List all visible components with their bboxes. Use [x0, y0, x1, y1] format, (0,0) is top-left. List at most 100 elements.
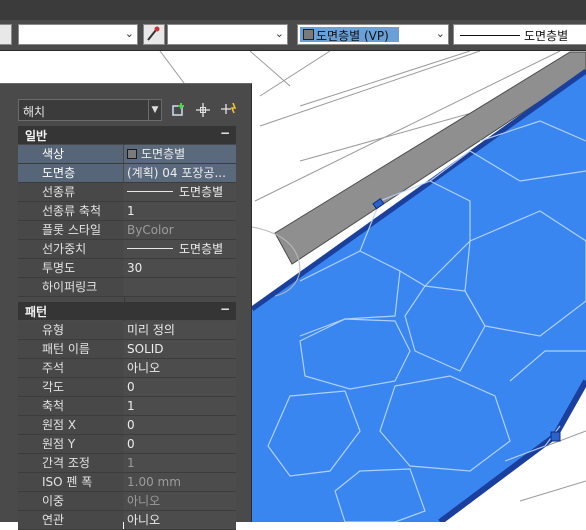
section-title: 일반 [25, 129, 48, 143]
property-value[interactable]: 1 [124, 454, 236, 472]
property-label: 선종류 축척 [18, 202, 123, 220]
hatch-fill [252, 71, 586, 522]
collapse-icon[interactable]: − [220, 302, 230, 316]
title-bar [0, 0, 586, 20]
property-value[interactable]: 도면층별 [124, 183, 236, 201]
property-value-text: 아니오 [127, 494, 161, 508]
property-value[interactable]: 아니오 [124, 511, 236, 529]
quick-select-icon[interactable] [220, 101, 238, 119]
property-value-text: 아니오 [127, 513, 161, 527]
layer-combo[interactable]: 도면층별 (VP) ⌄ [297, 24, 449, 45]
linetype-combo-value: 도면층별 [524, 29, 569, 43]
property-value[interactable]: 미리 정의 [124, 321, 236, 339]
property-value[interactable]: 30 [124, 259, 236, 277]
property-value[interactable]: 아니오 [124, 492, 236, 510]
linetype-combo[interactable]: 도면층별 [453, 24, 586, 45]
toggle-pickadd-icon[interactable] [170, 101, 188, 119]
property-value-text: 미리 정의 [127, 323, 175, 337]
property-row[interactable]: 각도 0 [18, 378, 236, 397]
property-row[interactable]: 투명도 30 [18, 259, 236, 278]
linetype-scale-combo[interactable]: ⌄ [167, 24, 288, 45]
property-label: 이중 [18, 492, 123, 510]
property-row[interactable]: 축척 1 [18, 397, 236, 416]
property-value-text: 도면층별 [141, 147, 186, 161]
property-row[interactable]: 유형 미리 정의 [18, 321, 236, 340]
property-label: 원점 X [18, 416, 123, 434]
property-row[interactable]: 패턴 이름 SOLID [18, 340, 236, 359]
property-value[interactable]: 도면층별 [124, 240, 236, 258]
property-value[interactable]: 1 [124, 397, 236, 415]
property-value-text: 0 [127, 380, 135, 394]
property-row[interactable]: 도면층 (계획) 04 포장공... [18, 164, 236, 183]
collapse-icon[interactable]: − [220, 126, 230, 140]
property-value[interactable]: SOLID [124, 340, 236, 358]
property-row[interactable]: 원점 Y 0 [18, 435, 236, 454]
property-row[interactable]: 연관 아니오 [18, 511, 236, 530]
grip-handle[interactable] [550, 431, 561, 442]
layer-states-icon[interactable] [0, 24, 12, 45]
chevron-down-icon: ▼ [148, 100, 161, 120]
property-value-text: SOLID [127, 342, 164, 356]
property-value[interactable]: (계획) 04 포장공... [124, 164, 236, 182]
property-value[interactable]: 0 [124, 416, 236, 434]
property-value[interactable]: 도면층별 [124, 145, 236, 163]
object-type-value: 해치 [23, 105, 46, 119]
property-value[interactable]: 1.00 mm [124, 473, 236, 491]
property-row[interactable]: 간격 조정 1 [18, 454, 236, 473]
property-value-text: ByColor [127, 223, 174, 237]
property-row[interactable]: 선가중치 도면층별 [18, 240, 236, 259]
section-header[interactable]: 패턴 − [18, 302, 236, 320]
property-row[interactable]: 선종류 축척 1 [18, 202, 236, 221]
property-value[interactable]: ByColor [124, 221, 236, 239]
property-value[interactable]: 아니오 [124, 359, 236, 377]
property-row[interactable]: 선종류 도면층별 [18, 183, 236, 202]
property-value-text: 1 [127, 456, 135, 470]
linetype-sample [127, 191, 173, 192]
properties-toolbar: ⌄ ⌄ 도면층별 (VP) ⌄ 도면층별 [0, 20, 586, 51]
property-row[interactable]: 색상 도면층별 [18, 145, 236, 164]
property-label: 유형 [18, 321, 123, 339]
object-type-select[interactable]: 해치 ▼ [18, 99, 162, 121]
property-label: 선종류 [18, 183, 123, 201]
property-row[interactable]: 하이퍼링크 [18, 278, 236, 297]
property-label: 각도 [18, 378, 123, 396]
section-header[interactable]: 일반 − [18, 126, 236, 144]
section-title: 패턴 [25, 305, 48, 319]
property-row[interactable]: 플롯 스타일 ByColor [18, 221, 236, 240]
property-value-text: 0 [127, 437, 135, 451]
property-value-text: 1 [127, 204, 135, 218]
property-label: ISO 펜 폭 [18, 473, 123, 491]
chevron-down-icon: ⌄ [124, 27, 134, 40]
chevron-down-icon: ⌄ [435, 27, 445, 40]
property-row[interactable]: 원점 X 0 [18, 416, 236, 435]
property-label: 플롯 스타일 [18, 221, 123, 239]
property-label: 도면층 [18, 164, 123, 182]
color-combo[interactable]: ⌄ [18, 24, 138, 45]
property-value[interactable]: 1 [124, 202, 236, 220]
property-label: 패턴 이름 [18, 340, 123, 358]
property-label: 색상 [18, 145, 123, 163]
chevron-down-icon: ⌄ [274, 27, 284, 40]
property-row[interactable]: 이중 아니오 [18, 492, 236, 511]
layer-color-swatch [303, 29, 314, 40]
property-value[interactable]: 0 [124, 378, 236, 396]
property-label: 간격 조정 [18, 454, 123, 472]
property-row[interactable]: ISO 펜 폭 1.00 mm [18, 473, 236, 492]
property-value[interactable]: 0 [124, 435, 236, 453]
property-value-text: 1 [127, 399, 135, 413]
property-value-text: (계획) 04 포장공... [127, 166, 226, 180]
linetype-sample [460, 35, 520, 36]
property-label: 투명도 [18, 259, 123, 277]
property-value-text: 도면층별 [179, 185, 224, 199]
property-label: 주석 [18, 359, 123, 377]
layer-combo-value: 도면층별 (VP) [316, 29, 389, 43]
match-properties-icon[interactable] [143, 24, 165, 45]
property-value-text: 아니오 [127, 361, 161, 375]
property-label: 원점 Y [18, 435, 123, 453]
property-value-text: 30 [127, 261, 143, 275]
property-value[interactable] [124, 278, 236, 296]
property-label: 선가중치 [18, 240, 123, 258]
property-value-text: 도면층별 [179, 242, 224, 256]
select-objects-icon[interactable] [194, 101, 212, 119]
property-row[interactable]: 주석 아니오 [18, 359, 236, 378]
